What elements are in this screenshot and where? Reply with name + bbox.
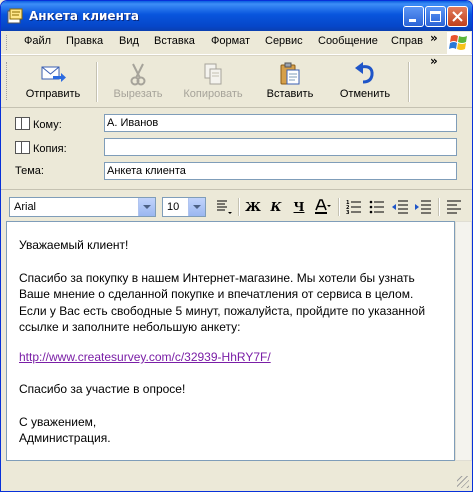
menu-message[interactable]: Сообщение <box>318 35 378 47</box>
message-body[interactable]: Уважаемый клиент! Спасибо за покупку в н… <box>6 221 455 461</box>
formatting-toolbar: Arial 10 Ж К Ч 1 2 3 <box>1 189 472 222</box>
envelope-note-icon <box>7 8 23 24</box>
message-link-line: http://www.createsurvey.com/c/32939-HhRY… <box>19 349 444 365</box>
menu-grip[interactable] <box>6 35 10 50</box>
standard-toolbar: » Отправить Вырезать Копировать Вставить… <box>1 54 472 108</box>
send-button[interactable]: Отправить <box>13 58 93 104</box>
font-size-select[interactable]: 10 <box>162 197 206 217</box>
menu-edit[interactable]: Правка <box>66 35 103 47</box>
address-book-icon <box>15 141 30 154</box>
menu-format[interactable]: Формат <box>211 35 250 47</box>
bulleted-list-icon <box>369 200 384 214</box>
copy-icon <box>204 63 222 85</box>
menu-bar: Файл Правка Вид Вставка Формат Сервис Со… <box>1 31 472 55</box>
cc-row: Копия: <box>1 138 472 160</box>
menu-insert[interactable]: Вставка <box>154 35 195 47</box>
underline-button[interactable]: Ч <box>289 197 309 217</box>
to-label[interactable]: Кому: <box>15 117 62 131</box>
font-color-button[interactable] <box>312 197 332 217</box>
font-color-icon <box>315 199 331 214</box>
chevron-down-icon[interactable] <box>188 198 205 216</box>
window-title: Анкета клиента <box>29 9 139 23</box>
close-button[interactable] <box>447 6 468 27</box>
font-size-value: 10 <box>167 201 180 213</box>
subject-label: Тема: <box>15 165 44 177</box>
menu-tools[interactable]: Сервис <box>265 35 303 47</box>
decrease-indent-icon <box>392 200 408 214</box>
to-row: Кому: А. Иванов <box>1 114 472 136</box>
chevron-down-icon[interactable] <box>138 198 155 216</box>
menu-file[interactable]: Файл <box>24 35 51 47</box>
compose-window: Анкета клиента Файл Правка Вид Вставка Ф… <box>0 0 473 492</box>
format-separator <box>438 198 440 216</box>
copy-label: Копировать <box>183 88 243 100</box>
message-greeting: Уважаемый клиент! <box>19 238 129 252</box>
increase-indent-button[interactable] <box>413 197 433 217</box>
paragraph-style-icon <box>217 200 232 214</box>
decrease-indent-button[interactable] <box>390 197 410 217</box>
resize-grip[interactable] <box>457 476 469 488</box>
status-bar <box>1 462 472 491</box>
close-icon <box>452 11 463 22</box>
cc-label[interactable]: Копия: <box>15 141 67 155</box>
bold-button[interactable]: Ж <box>243 197 263 217</box>
message-closing-2: Администрация. <box>19 431 111 445</box>
align-left-button[interactable] <box>444 197 464 217</box>
windows-logo-icon <box>447 32 471 54</box>
copy-button[interactable]: Копировать <box>173 58 253 104</box>
align-left-icon <box>447 200 461 214</box>
subject-field[interactable]: Анкета клиента <box>104 162 457 180</box>
message-closing-1: С уважением, <box>19 415 97 429</box>
font-select-value: Arial <box>14 201 37 213</box>
message-paragraph: Спасибо за покупку в нашем Интернет-мага… <box>19 271 426 334</box>
to-field[interactable]: А. Иванов <box>104 114 457 132</box>
maximize-button[interactable] <box>425 6 446 27</box>
paste-icon <box>280 62 300 85</box>
cut-button[interactable]: Вырезать <box>98 58 178 104</box>
cut-label: Вырезать <box>113 88 163 100</box>
minimize-icon <box>409 19 416 22</box>
menu-view[interactable]: Вид <box>119 35 139 47</box>
minimize-button[interactable] <box>403 6 424 27</box>
message-thanks: Спасибо за участие в опросе! <box>19 382 186 396</box>
title-bar[interactable]: Анкета клиента <box>1 1 472 31</box>
undo-icon <box>355 62 374 84</box>
subject-row: Тема: Анкета клиента <box>1 162 472 184</box>
increase-indent-icon <box>415 200 431 214</box>
to-label-text: Кому: <box>33 119 62 131</box>
maximize-icon <box>430 11 441 22</box>
bulleted-list-button[interactable] <box>367 197 387 217</box>
cc-field[interactable] <box>104 138 457 156</box>
scissors-icon <box>130 63 146 86</box>
send-label: Отправить <box>25 88 81 100</box>
undo-button[interactable]: Отменить <box>325 58 405 104</box>
menu-help[interactable]: Справ <box>391 35 423 47</box>
menu-overflow-chevron[interactable]: » <box>430 31 438 45</box>
format-separator <box>338 198 340 216</box>
italic-button[interactable]: К <box>266 197 286 217</box>
paste-button[interactable]: Вставить <box>250 58 330 104</box>
numbered-list-icon: 123 <box>346 200 361 216</box>
paragraph-style-button[interactable] <box>214 197 234 217</box>
send-icon <box>41 66 66 82</box>
undo-label: Отменить <box>339 88 391 100</box>
toolbar-overflow-chevron[interactable]: » <box>430 54 438 68</box>
svg-text:3: 3 <box>346 210 350 216</box>
toolbar-grip[interactable] <box>6 62 10 100</box>
font-select[interactable]: Arial <box>9 197 156 217</box>
paste-label: Вставить <box>266 88 314 100</box>
numbered-list-button[interactable]: 123 <box>344 197 364 217</box>
format-separator <box>238 198 240 216</box>
toolbar-separator <box>408 62 410 102</box>
vertical-scrollbar[interactable] <box>455 221 472 461</box>
survey-link[interactable]: http://www.createsurvey.com/c/32939-HhRY… <box>19 350 271 364</box>
address-book-icon <box>15 117 30 130</box>
cc-label-text: Копия: <box>33 143 67 155</box>
